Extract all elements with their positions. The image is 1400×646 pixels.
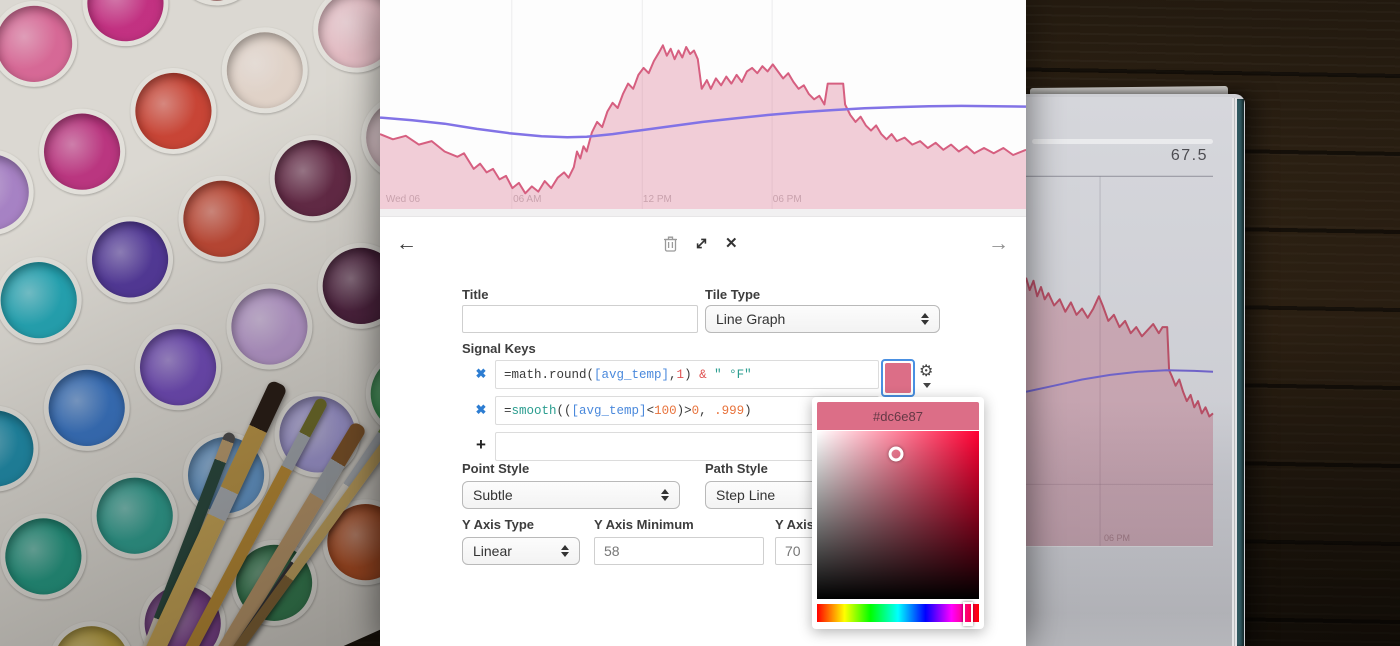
select-stepper-icon: [661, 489, 669, 501]
formula-segment-number: 100: [654, 404, 677, 418]
point-style-label: Point Style: [462, 461, 529, 476]
formula-segment-plain: ): [684, 368, 692, 382]
delete-tile-button[interactable]: [663, 235, 678, 254]
remove-signal-key-button[interactable]: ✖: [473, 366, 489, 382]
screen: 67.5 06 PM Wed 06 06 AM 12 PM 06 PM ← →: [0, 0, 1400, 646]
formula-segment-plain: ): [744, 404, 752, 418]
series-color-fill: [885, 363, 911, 393]
tile-type-label: Tile Type: [705, 287, 760, 302]
paint-pan: [208, 14, 322, 128]
title-input[interactable]: [462, 305, 698, 333]
color-hex-value: #dc6e87: [817, 402, 979, 430]
paint-pan: [0, 243, 95, 357]
hue-slider-handle[interactable]: [963, 602, 973, 626]
y-axis-type-label: Y Axis Type: [462, 517, 534, 532]
paint-pan: [165, 162, 279, 276]
add-signal-key-button[interactable]: +: [473, 435, 489, 455]
x-axis-label: 12 PM: [643, 194, 672, 205]
hue-slider[interactable]: [817, 604, 979, 622]
paint-pan: [35, 607, 149, 646]
y-axis-type-select[interactable]: Linear: [462, 537, 580, 565]
paint-pan: [0, 0, 91, 101]
point-style-select[interactable]: Subtle: [462, 481, 680, 509]
avg_temp-area: [380, 45, 1026, 209]
tile-chart-preview: Wed 06 06 AM 12 PM 06 PM: [380, 0, 1026, 209]
formula-segment-number-red: &: [699, 368, 707, 382]
select-stepper-icon: [561, 545, 569, 557]
paint-pan: [117, 54, 231, 168]
paint-pan: [69, 0, 183, 60]
previous-tile-button[interactable]: ←: [396, 233, 417, 254]
formula-segment-number: .999: [714, 404, 744, 418]
x-axis-label: Wed 06: [386, 194, 420, 205]
formula-segment-plain: ((: [557, 404, 572, 418]
formula-segment-plain: ,: [669, 368, 677, 382]
paint-pan: [0, 500, 100, 614]
formula-segment-plain: [707, 368, 715, 382]
next-tile-preview[interactable]: 67.5 06 PM: [1026, 97, 1232, 646]
x-axis-label: 06 AM: [513, 194, 541, 205]
expand-icon: [694, 239, 709, 254]
formula-segment-number-red: 1: [677, 368, 685, 382]
paint-pan: [256, 121, 370, 235]
formula-segment-function: smooth: [512, 404, 557, 418]
y-axis-minimum-label: Y Axis Minimum: [594, 517, 694, 532]
formula-segment-plain: [692, 368, 700, 382]
formula-segment-plain: =math.round(: [504, 368, 594, 382]
formula-segment-signal: [avg_temp]: [594, 368, 669, 382]
title-label: Title: [462, 287, 489, 302]
path-style-label: Path Style: [705, 461, 768, 476]
next-tile-button[interactable]: →: [988, 233, 1009, 254]
point-style-value: Subtle: [473, 487, 513, 503]
formula-segment-plain: =: [504, 404, 512, 418]
paint-brushes: [148, 352, 398, 646]
series-color-swatch[interactable]: [881, 359, 915, 397]
select-stepper-icon: [921, 313, 929, 325]
gear-icon[interactable]: ⚙: [919, 364, 933, 380]
paint-pan: [30, 351, 144, 465]
saturation-value-area[interactable]: [817, 431, 979, 599]
signal-key-formula-input[interactable]: =math.round([avg_temp],1) & " °F": [495, 360, 879, 389]
line-graph: [380, 0, 1026, 209]
trash-icon: [663, 240, 678, 255]
color-picker-popup: #dc6e87: [812, 397, 984, 629]
formula-segment-plain: <: [647, 404, 655, 418]
close-editor-button[interactable]: ✕: [725, 236, 738, 251]
remove-signal-key-button[interactable]: ✖: [473, 402, 489, 418]
formula-segment-plain: )>: [677, 404, 692, 418]
y-axis-type-value: Linear: [473, 543, 512, 559]
tile-type-select[interactable]: Line Graph: [705, 305, 940, 333]
formula-segment-plain: ,: [699, 404, 714, 418]
paint-pan: [73, 203, 187, 317]
next-tile-dim-overlay: [1026, 97, 1232, 646]
chart-separator: [380, 209, 1026, 217]
signal-keys-label: Signal Keys: [462, 341, 536, 356]
expand-tile-button[interactable]: [694, 236, 709, 253]
paint-pan: [160, 0, 274, 19]
notepad-spine: [1237, 99, 1244, 646]
formula-segment-string: " °F": [714, 368, 752, 382]
gear-caret-icon[interactable]: [923, 383, 931, 388]
x-axis-label: 06 PM: [773, 194, 802, 205]
formula-segment-number: 0: [692, 404, 700, 418]
y-axis-minimum-input[interactable]: [594, 537, 764, 565]
paint-pan: [25, 95, 139, 209]
path-style-value: Step Line: [716, 487, 775, 503]
tile-type-value: Line Graph: [716, 311, 785, 327]
sv-cursor[interactable]: [889, 446, 904, 461]
formula-segment-signal: [avg_temp]: [572, 404, 647, 418]
tile-editor-panel: Wed 06 06 AM 12 PM 06 PM ← → ✕ Title Tile T…: [380, 0, 1026, 646]
